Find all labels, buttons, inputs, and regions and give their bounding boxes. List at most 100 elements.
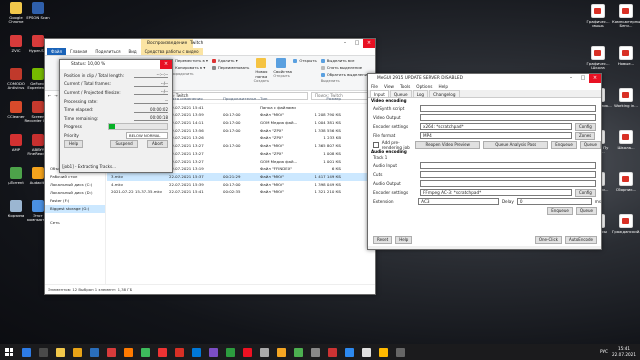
- file-row[interactable]: 4.mkv 22.07.2021 15:39 00:17:00 Файл "MKV" 1…: [107, 181, 371, 189]
- queue-analysis-button[interactable]: Queue Analysis Pass: [483, 140, 549, 149]
- desktop-pdf-file[interactable]: Working in...: [612, 88, 640, 108]
- audio-enqueue-button[interactable]: Enqueue: [547, 206, 573, 215]
- column-date[interactable]: Дата изменения: [169, 95, 223, 103]
- audio-queue-button[interactable]: Queue: [575, 206, 597, 215]
- nav-item[interactable]: Biggest storage (G:): [45, 205, 105, 213]
- desktop-pdf-file[interactable]: Графичес... мышь: [584, 4, 612, 28]
- autoencode-button[interactable]: AutoEncode: [565, 235, 597, 244]
- abort-button[interactable]: Abort: [147, 140, 168, 149]
- start-button[interactable]: [0, 344, 18, 360]
- file-row[interactable]: 2021-07-22 15-37-35.mkv 22.07.2021 15:41 0…: [107, 188, 371, 196]
- language-indicator[interactable]: РУС: [600, 349, 608, 355]
- desktop-pdf-file[interactable]: Школа...: [612, 130, 640, 150]
- audio-config-button[interactable]: Config: [575, 188, 596, 197]
- video-config-button[interactable]: Config: [575, 122, 596, 131]
- desktop-pdf-file[interactable]: Новые...: [612, 46, 640, 66]
- taskbar-app-icon[interactable]: [226, 347, 235, 357]
- taskbar-app-icon[interactable]: [141, 347, 150, 357]
- tab-video-tools[interactable]: Средства работы с видео: [140, 48, 203, 55]
- taskbar-app-icon[interactable]: [22, 347, 31, 357]
- taskbar-app-icon[interactable]: [56, 347, 65, 357]
- video-enqueue-button[interactable]: Enqueue: [551, 140, 577, 149]
- audio-input-field[interactable]: [420, 161, 596, 170]
- prerender-checkbox[interactable]: [373, 141, 379, 148]
- priority-select[interactable]: BELOW NORMAL: [126, 131, 168, 139]
- delay-input[interactable]: 0: [516, 197, 592, 206]
- status-help-button[interactable]: Help: [64, 140, 84, 149]
- nav-item[interactable]: Локальный диск (С:): [45, 181, 105, 189]
- status-titlebar[interactable]: Status: 10,00 % ×: [60, 60, 172, 69]
- avisynth-field[interactable]: [420, 104, 596, 113]
- suspend-button[interactable]: Suspend: [110, 140, 138, 149]
- nav-item[interactable]: Faster (F:): [45, 197, 105, 205]
- reopen-preview-button[interactable]: Reopen Video Preview: [415, 140, 481, 149]
- megui-tab[interactable]: Changelog: [429, 90, 460, 97]
- taskbar-app-icon[interactable]: [39, 347, 48, 357]
- megui-titlebar[interactable]: MeGUI 2915 UPDATE SERVER DISABLED – □ ×: [368, 74, 601, 83]
- tab-home[interactable]: Главная: [66, 48, 91, 55]
- nav-item[interactable]: Сеть: [45, 219, 105, 227]
- select-all-button[interactable]: Выделить все: [320, 58, 370, 63]
- properties-button[interactable]: Свойства Открыть: [273, 58, 292, 78]
- desktop-pdf-file[interactable]: Сборник...: [612, 172, 640, 192]
- rename-button[interactable]: Переименовать: [211, 65, 249, 70]
- taskbar-app-icon[interactable]: [124, 347, 133, 357]
- taskbar-app-icon[interactable]: [90, 347, 99, 357]
- taskbar-app-icon[interactable]: [345, 347, 354, 357]
- megui-maximize-button[interactable]: □: [577, 74, 589, 83]
- select-none-button[interactable]: Снять выделение: [320, 65, 370, 70]
- new-folder-button[interactable]: Новая папка Создать: [253, 58, 269, 83]
- one-click-button[interactable]: One-Click: [534, 235, 562, 244]
- tab-view[interactable]: Вид: [124, 48, 140, 55]
- taskbar-app-icon[interactable]: [294, 347, 303, 357]
- encoder-select[interactable]: x264: *scratchpad*: [420, 122, 572, 131]
- nav-item[interactable]: Рабочий стол: [45, 173, 105, 181]
- cuts-field[interactable]: [420, 170, 596, 179]
- taskbar-app-icon[interactable]: [277, 347, 286, 357]
- desktop-icon[interactable]: EPSON Scan: [24, 2, 52, 20]
- video-output-field[interactable]: [420, 113, 596, 122]
- invert-selection-button[interactable]: Обратить выделение: [320, 72, 369, 77]
- taskbar-app-icon[interactable]: [311, 347, 320, 357]
- system-tray[interactable]: РУС 15:41 22.07.2021: [600, 346, 636, 357]
- column-size[interactable]: Размер: [307, 95, 341, 103]
- explorer-titlebar[interactable]: Воспроизведение Twitch – □ ×: [45, 39, 375, 48]
- taskbar-app-icon[interactable]: [192, 347, 201, 357]
- megui-tab[interactable]: Queue: [389, 90, 412, 97]
- desktop-pdf-file[interactable]: Графичес... Школа: [584, 46, 612, 70]
- maximize-button[interactable]: □: [351, 39, 363, 48]
- file-row[interactable]: 3.mkv 22.07.2021 15:37 00:21:29 Файл "MKV" 1…: [107, 172, 371, 181]
- minimize-button[interactable]: –: [339, 39, 351, 48]
- nav-item[interactable]: Локальный диск (D:): [45, 189, 105, 197]
- taskbar-app-icon[interactable]: [243, 347, 252, 357]
- desktop-pdf-file[interactable]: Компьютерные Беги...: [612, 4, 640, 28]
- menu-item[interactable]: Options: [416, 83, 432, 90]
- taskbar-app-icon[interactable]: [209, 347, 218, 357]
- taskbar-app-icon[interactable]: [260, 347, 269, 357]
- megui-tab[interactable]: Log: [412, 90, 429, 97]
- menu-item[interactable]: Tools: [400, 83, 410, 90]
- megui-close-button[interactable]: ×: [589, 74, 601, 83]
- video-queue-button[interactable]: Queue: [579, 140, 601, 149]
- tab-share[interactable]: Поделиться: [91, 48, 124, 55]
- taskbar-app-icon[interactable]: [362, 347, 371, 357]
- megui-tab[interactable]: Input: [370, 90, 389, 97]
- move-to-button[interactable]: Переместить в ▾: [169, 58, 208, 63]
- taskbar-app-icon[interactable]: [328, 347, 337, 357]
- taskbar-app-icon[interactable]: [158, 347, 167, 357]
- taskbar-app-icon[interactable]: [379, 347, 388, 357]
- copy-to-button[interactable]: Копировать в ▾: [169, 65, 208, 70]
- megui-help-button[interactable]: Help: [395, 235, 413, 244]
- status-close-button[interactable]: ×: [160, 60, 172, 69]
- taskbar-app-icon[interactable]: [175, 347, 184, 357]
- column-duration[interactable]: Продолжительн...: [223, 95, 260, 103]
- delete-button[interactable]: Удалить ▾: [211, 58, 249, 63]
- megui-minimize-button[interactable]: –: [565, 74, 577, 83]
- reset-button[interactable]: Reset: [373, 235, 393, 244]
- desktop-pdf-file[interactable]: Гражданский...: [612, 214, 640, 234]
- column-type[interactable]: Тип: [260, 95, 307, 103]
- taskbar-app-icon[interactable]: [396, 347, 405, 357]
- zones-button[interactable]: Zones: [575, 131, 596, 140]
- open-button[interactable]: Открыть: [293, 58, 317, 63]
- tab-file[interactable]: Файл: [47, 48, 67, 55]
